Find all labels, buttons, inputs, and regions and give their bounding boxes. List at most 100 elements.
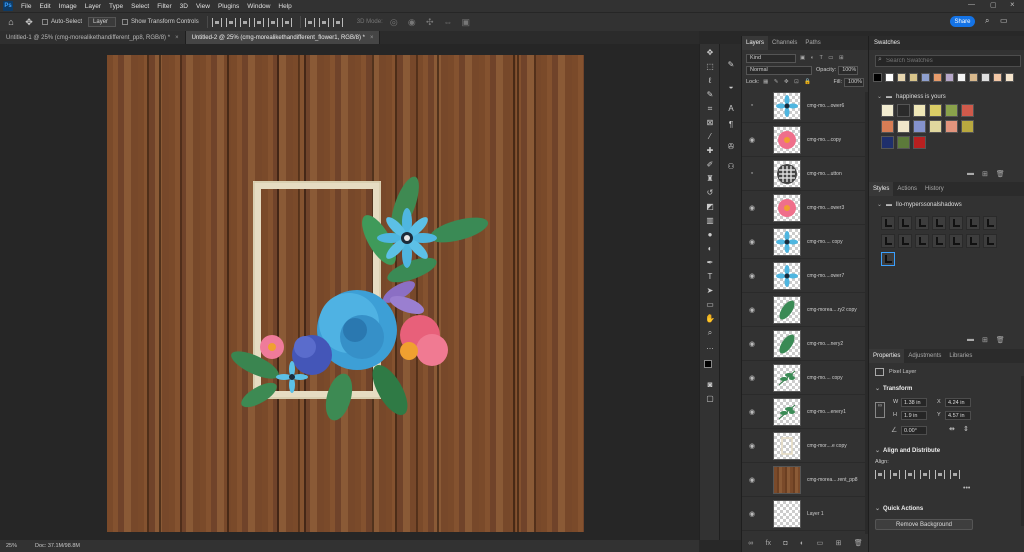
eye-icon[interactable]: ◉ <box>747 238 757 246</box>
remove-background-button[interactable]: Remove Background <box>875 519 973 530</box>
quick-actions-title[interactable]: ⌄ Quick Actions <box>875 505 923 512</box>
layer-row[interactable]: ◉ cmg-morea....ry2 copy <box>742 293 865 327</box>
color-swatch[interactable] <box>881 136 894 149</box>
color-swatch[interactable] <box>961 120 974 133</box>
eye-hidden-icon[interactable]: ▫ <box>747 170 757 177</box>
layer-row[interactable]: ◉ cmg-mo.... copy <box>742 361 865 395</box>
menu-filter[interactable]: Filter <box>153 3 175 10</box>
home-icon[interactable]: ⌂ <box>4 16 18 28</box>
layer-name[interactable]: cmg-mo....copy <box>807 137 841 143</box>
layer-style-icon[interactable]: fx <box>766 540 771 547</box>
layer-row[interactable]: ◉ cmg-mo.... copy <box>742 225 865 259</box>
color-swatch[interactable] <box>961 104 974 117</box>
3d-slide-icon[interactable]: ⇔ <box>441 16 455 28</box>
crop-tool-icon[interactable]: ⌗ <box>705 104 715 114</box>
menu-file[interactable]: File <box>17 3 35 10</box>
more-options-icon[interactable]: ••• <box>963 485 970 492</box>
adjustment-layer-icon[interactable]: ◐ <box>800 540 804 547</box>
menu-edit[interactable]: Edit <box>35 3 54 10</box>
layer-row[interactable]: ◉ cmg-mo....ower7 <box>742 259 865 293</box>
history-brush-tool-icon[interactable]: ↺ <box>705 188 715 198</box>
align-bottom-edges-icon[interactable] <box>950 470 960 479</box>
menu-image[interactable]: Image <box>55 3 81 10</box>
style-preset[interactable] <box>949 234 963 248</box>
menu-layer[interactable]: Layer <box>81 3 105 10</box>
trash-icon[interactable]: 🗑 <box>996 336 1005 344</box>
tab-channels[interactable]: Channels <box>768 36 801 50</box>
folder-icon[interactable]: ▬ <box>967 336 974 344</box>
layer-name[interactable]: cmg-mo.... copy <box>807 375 843 381</box>
tab-styles[interactable]: Styles <box>869 182 894 196</box>
menu-3d[interactable]: 3D <box>176 3 192 10</box>
workspace-icon[interactable]: ▭ <box>1000 16 1008 25</box>
layer-name[interactable]: cmg-mo....ower7 <box>807 273 844 279</box>
align-top-edges-icon[interactable] <box>920 470 930 479</box>
blur-tool-icon[interactable]: ● <box>705 230 715 240</box>
layer-row[interactable]: ◉ cmg-mo....nery2 <box>742 327 865 361</box>
style-preset[interactable] <box>932 216 946 230</box>
distribute-icon[interactable] <box>318 17 329 27</box>
style-preset[interactable] <box>881 216 895 230</box>
layer-name[interactable]: Layer 1 <box>807 511 824 517</box>
transform-title[interactable]: ⌄ Transform <box>875 385 912 392</box>
swatches-title[interactable]: Swatches <box>869 36 1024 50</box>
add-mask-icon[interactable]: ◘ <box>783 540 787 547</box>
color-swatch[interactable] <box>929 120 942 133</box>
3d-orbit-icon[interactable]: ◎ <box>387 16 401 28</box>
folder-icon[interactable]: ▬ <box>967 170 974 178</box>
flip-horizontal-icon[interactable]: ⇹ <box>949 425 955 433</box>
move-tool-icon[interactable]: ✥ <box>22 16 36 28</box>
align-h-centers-icon[interactable] <box>890 470 900 479</box>
flip-vertical-icon[interactable]: ⇕ <box>963 425 969 433</box>
doc-size[interactable]: Doc: 37.1M/98.8M <box>35 543 80 549</box>
color-swatch[interactable] <box>897 120 910 133</box>
new-layer-icon[interactable]: ⊞ <box>836 539 842 547</box>
zoom-level[interactable]: 25% <box>6 543 17 549</box>
eye-icon[interactable]: ◉ <box>747 408 757 416</box>
color-swatch[interactable] <box>945 73 954 82</box>
eye-icon[interactable]: ◉ <box>747 272 757 280</box>
filter-icons[interactable]: ▣ ◐ T ▭ ⊞ <box>800 55 846 61</box>
gradient-tool-icon[interactable]: ▥ <box>705 216 715 226</box>
add-icon[interactable]: ⊞ <box>982 336 988 344</box>
align-top-icon[interactable] <box>253 17 264 27</box>
style-preset[interactable] <box>983 234 997 248</box>
layer-select-dropdown[interactable]: Layer <box>88 17 117 27</box>
3d-scale-icon[interactable]: ▣ <box>459 16 473 28</box>
color-swatch[interactable] <box>913 136 926 149</box>
color-swatch[interactable] <box>945 104 958 117</box>
close-icon[interactable]: × <box>175 35 179 41</box>
menu-type[interactable]: Type <box>105 3 127 10</box>
link-dimensions-icon[interactable]: ∞ <box>875 402 885 418</box>
auto-select-checkbox[interactable]: Auto-Select <box>42 19 82 25</box>
eye-icon[interactable]: ◉ <box>747 204 757 212</box>
layer-name[interactable]: cmg-mo....nery2 <box>807 341 843 347</box>
align-right-edges-icon[interactable] <box>905 470 915 479</box>
layer-name[interactable]: cmg-mo....ower6 <box>807 103 844 109</box>
close-window-icon[interactable]: × <box>1010 0 1015 9</box>
color-swatch[interactable] <box>913 104 926 117</box>
align-bottom-icon[interactable] <box>281 17 292 27</box>
tab-actions[interactable]: Actions <box>893 182 921 196</box>
tab-libraries[interactable]: Libraries <box>945 349 976 363</box>
style-preset[interactable] <box>898 234 912 248</box>
layer-name[interactable]: cmg-morea....ry2 copy <box>807 307 857 313</box>
color-swatch[interactable] <box>921 73 930 82</box>
eye-icon[interactable]: ◉ <box>747 374 757 382</box>
color-swatch[interactable] <box>897 104 910 117</box>
more-tools-icon[interactable]: … <box>705 342 715 352</box>
layer-name[interactable]: cmg-mor....e copy <box>807 443 847 449</box>
color-swatch[interactable] <box>873 73 882 82</box>
layer-name[interactable]: cmg-mo....ower3 <box>807 205 844 211</box>
color-panel-icon[interactable]: ◒ <box>726 82 736 92</box>
eye-icon[interactable]: ◉ <box>747 340 757 348</box>
tab-history[interactable]: History <box>921 182 948 196</box>
eye-icon[interactable]: ◉ <box>747 306 757 314</box>
layer-name[interactable]: cmg-mo....enery1 <box>807 409 846 415</box>
layer-row[interactable]: ◉ cmg-mor....e copy <box>742 429 865 463</box>
quick-select-tool-icon[interactable]: ✎ <box>705 90 715 100</box>
y-field[interactable]: 4.57 in <box>945 411 971 420</box>
close-icon[interactable]: × <box>370 35 374 41</box>
lasso-tool-icon[interactable]: ℓ <box>705 76 715 86</box>
fill-field[interactable]: 100% <box>844 77 864 87</box>
